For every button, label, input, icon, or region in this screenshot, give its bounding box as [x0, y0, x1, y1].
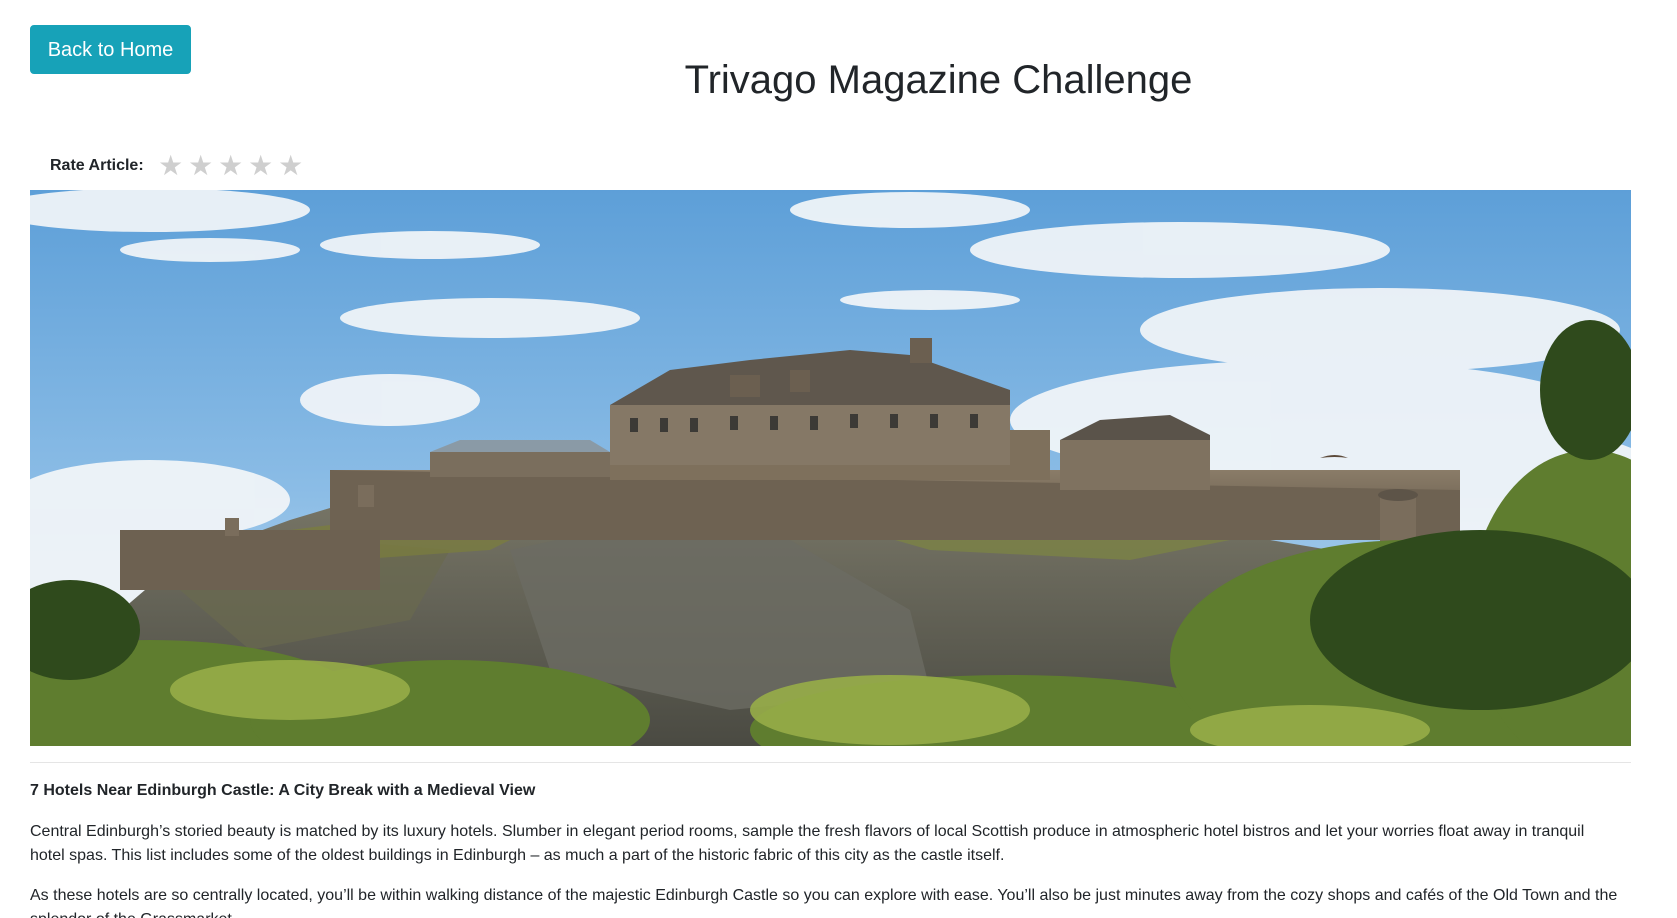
star-4-icon[interactable]: ★	[246, 150, 276, 182]
star-3-icon[interactable]: ★	[216, 150, 246, 182]
article-heading: 7 Hotels Near Edinburgh Castle: A City B…	[30, 782, 536, 799]
edinburgh-castle-illustration	[30, 190, 1631, 746]
section-divider	[30, 762, 1631, 763]
article-paragraph: Central Edinburgh’s storied beauty is ma…	[30, 823, 1585, 864]
hero-image	[30, 190, 1631, 746]
article-paragraph: As these hotels are so centrally located…	[30, 887, 1618, 918]
article-rating: Rate Article: ★ ★ ★ ★ ★	[50, 150, 306, 182]
star-2-icon[interactable]: ★	[186, 150, 216, 182]
article-page: Back to Home Trivago Magazine Challenge …	[0, 0, 1677, 918]
page-title: Trivago Magazine Challenge	[684, 58, 1193, 102]
star-5-icon[interactable]: ★	[276, 150, 306, 182]
rating-label: Rate Article:	[50, 157, 144, 174]
star-1-icon[interactable]: ★	[156, 150, 186, 182]
